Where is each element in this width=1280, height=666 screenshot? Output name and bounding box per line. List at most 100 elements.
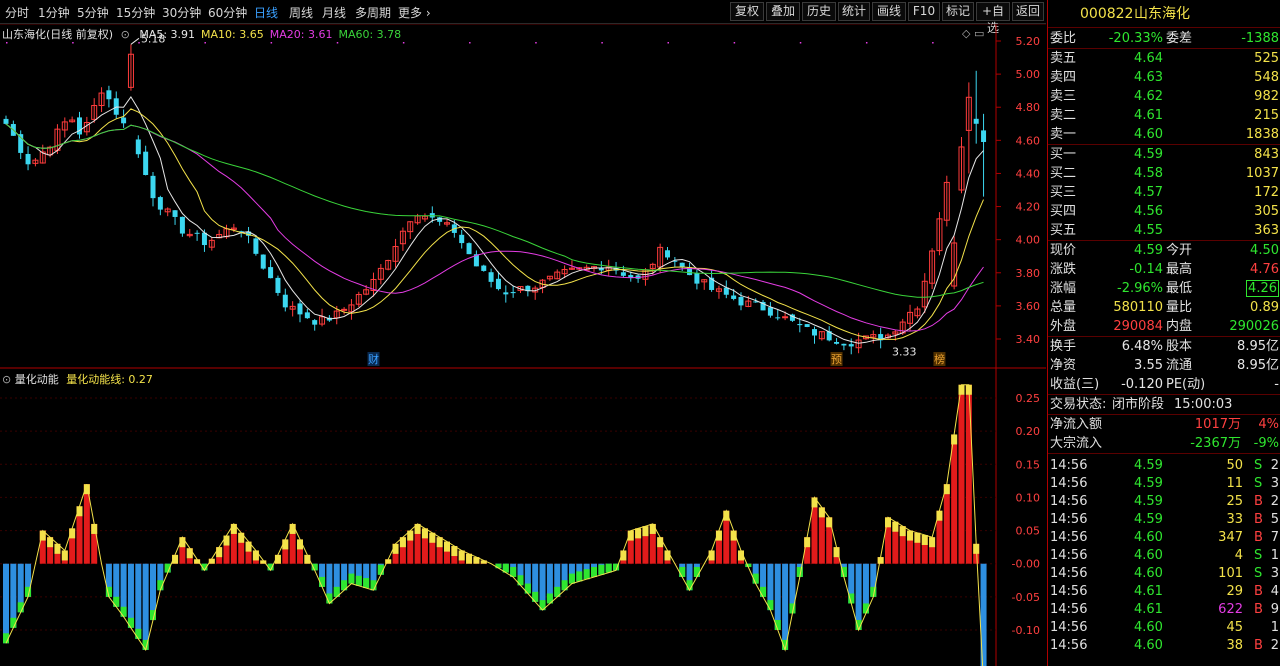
candle-body [268,267,274,279]
indicator-title: 量化动能 [14,373,59,386]
bid-row: 买二 4.58 1037 [1050,166,1279,181]
candle-body [841,343,847,346]
period-4[interactable]: 30分钟 [162,4,201,21]
indicator-settings-icon[interactable]: ⊙ [2,373,11,386]
kline-chart[interactable]: 5.20 5.00 4.80 4.60 4.40 4.20 4.00 3.80 3.60 3.40… [0,24,1046,666]
candle-body [679,262,685,267]
top-dot [733,42,736,44]
candle-body [782,316,789,319]
candle-body [775,317,781,319]
indicator-bar-cap [921,534,928,545]
indicator-y-label: 0.05 [1016,525,1041,538]
ma60-line [5,123,984,298]
candle-body [767,307,773,316]
candle-body [297,303,303,315]
top-dot [932,42,934,44]
toolbar-button-2[interactable]: 历史 [802,2,836,21]
indicator-y-label: 0.20 [1016,425,1041,438]
top-dot [402,42,405,44]
candle-body [797,324,803,326]
toolbar-button-4[interactable]: 画线 [872,2,906,21]
y-tick-label: 3.60 [1016,300,1041,313]
event-marker: 榜 [934,352,945,366]
indicator-bar-tail [135,628,142,639]
candle-body [201,232,207,246]
toolbar-button-3[interactable]: 统计 [838,2,870,21]
toolbar-button-7[interactable]: +自选 [976,2,1010,35]
toolbar-button-5[interactable]: F10 [908,2,940,21]
candle-body [848,344,854,347]
top-dot [336,42,339,44]
toolbar-button-1[interactable]: 叠加 [766,2,800,21]
indicator-bar-tail [355,575,362,586]
period-7[interactable]: 周线 [289,4,313,21]
candle-body [459,234,465,244]
candle-body [106,90,112,100]
toolbar-button-8[interactable]: 返回 [1012,2,1044,21]
indicator-bar-cap [642,526,649,537]
tick-row: 14:56 4.60 4 S 1 [1050,548,1279,563]
tick-row: 14:56 4.60 347 B 7 [1050,530,1279,545]
candle-body [812,329,817,336]
period-3[interactable]: 15分钟 [116,4,155,21]
period-1[interactable]: 1分钟 [38,4,70,21]
ma-legend-item: MA20: 3.61 [269,28,333,41]
top-dot [469,42,471,44]
indicator-bar-tail [568,573,575,584]
candle-body [503,292,509,295]
webi-row: 委比 -20.33% 委差 -1388 [1050,31,1279,46]
indicator-bar-tail [363,578,370,589]
indicator-bar-cap [657,537,664,548]
candle-body [194,232,200,234]
y-tick-label: 4.20 [1016,201,1041,214]
tick-row: 14:56 4.60 38 B 2 [1050,638,1279,653]
ask-row: 卖三 4.62 982 [1050,89,1279,104]
indicator-bar-tail [583,569,590,580]
chart-option-icons[interactable]: ◇ ▭ [962,27,984,40]
bid-row: 买三 4.57 172 [1050,185,1279,200]
stat-row: 现价 4.59 今开 4.50 [1050,243,1279,258]
ask-row: 卖一 4.60 1838 [1050,127,1279,142]
indicator-y-label: 0.10 [1016,491,1041,504]
indicator-line-label: 量化动能线: 0.27 [66,373,153,386]
indicator-bar-tail [524,583,531,594]
period-10[interactable]: 更多 › [398,4,431,21]
period-2[interactable]: 5分钟 [77,4,109,21]
toolbar-button-6[interactable]: 标记 [942,2,974,21]
period-0[interactable]: 分时 [5,4,29,21]
candle-body [275,277,281,293]
top-dot [72,42,74,44]
indicator-bar-tail [605,563,612,573]
tick-row: 14:56 4.59 50 S 2 [1050,458,1279,473]
candle-body [157,197,163,210]
chart-settings-icon[interactable]: ⊙ [121,28,130,41]
period-8[interactable]: 月线 [322,4,346,21]
indicator-bar-tail [127,617,134,628]
toolbar-button-0[interactable]: 复权 [730,2,764,21]
indicator-bar-cap [818,507,825,518]
stat-row: 外盘 290084 内盘 290026 [1050,319,1279,334]
indicator-bar-cap [635,528,642,539]
period-9[interactable]: 多周期 [355,4,391,21]
candle-body [731,295,737,299]
event-marker: 预 [831,353,842,366]
bid-row: 买四 4.56 305 [1050,204,1279,219]
ma-legend-item: MA10: 3.65 [201,28,264,41]
stock-name: 山东海化 [1134,6,1190,22]
flow-row: 净流入额 1017万 4% [1050,417,1279,432]
indicator-bar-tail [767,600,774,611]
indicator-title-row: ⊙ 量化动能 量化动能线: 0.27 [2,371,153,387]
indicator-bar-cap [914,532,921,543]
candle-body [282,294,288,308]
indicator-bar-cap [223,535,230,546]
tick-row: 14:56 4.60 45 1 [1050,620,1279,635]
period-5[interactable]: 60分钟 [208,4,247,21]
quote-header: 000822 山东海化 [1048,0,1280,28]
candle-body [312,320,318,325]
period-6[interactable]: 日线 [254,4,278,21]
y-tick-label: 4.00 [1016,234,1041,247]
tick-row: 14:56 4.61 29 B 4 [1050,584,1279,599]
y-tick-label: 5.20 [1016,35,1041,48]
top-dot [799,42,802,44]
ma-legend: MA5: 3.91 MA10: 3.65 MA20: 3.61 MA60: 3.78 [133,28,401,41]
